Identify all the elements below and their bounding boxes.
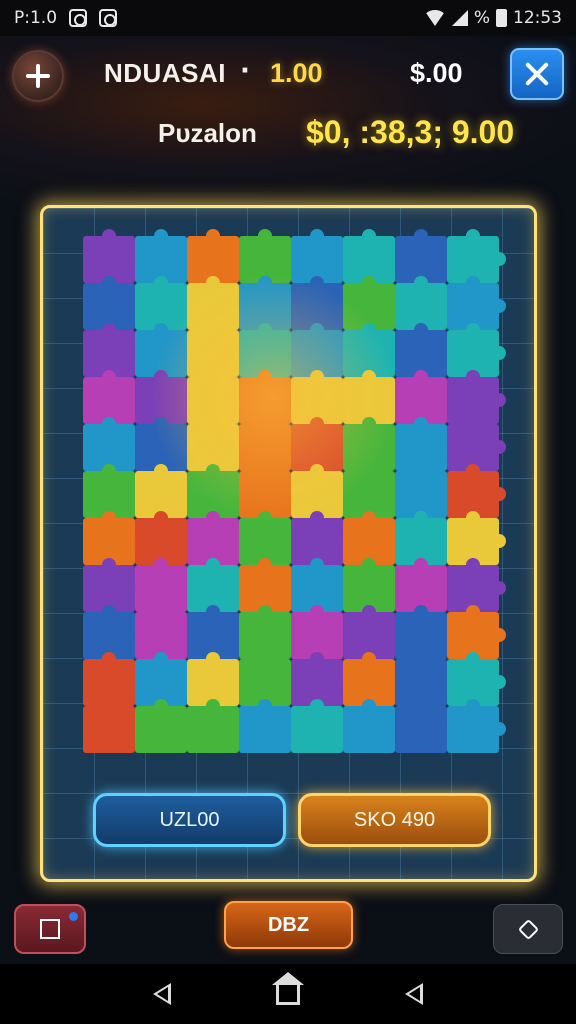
square-button[interactable] bbox=[14, 904, 86, 954]
signal-icon bbox=[451, 10, 468, 26]
score-value: $0, :38,3; 9.00 bbox=[306, 114, 515, 150]
puzzle-piece[interactable] bbox=[343, 699, 402, 753]
title-separator: · bbox=[240, 56, 250, 86]
puzzle-piece[interactable] bbox=[291, 699, 350, 753]
puzzle-piece[interactable] bbox=[187, 699, 246, 753]
battery-icon bbox=[496, 9, 507, 27]
plus-icon bbox=[26, 64, 50, 88]
puzzle-piece[interactable] bbox=[83, 699, 142, 753]
notification-icon bbox=[99, 9, 118, 27]
add-button[interactable] bbox=[12, 50, 64, 102]
puzzle-piece[interactable] bbox=[447, 699, 506, 753]
center-button[interactable]: DBZ bbox=[224, 901, 353, 949]
close-button[interactable] bbox=[510, 48, 564, 100]
game-header: NDUASAI · 1.00 $.00 Pυzalon $0, :38,3; 9… bbox=[0, 36, 576, 206]
left-action-button[interactable]: UZL00 bbox=[93, 793, 286, 847]
camera-icon bbox=[69, 9, 88, 27]
puzzle-piece[interactable] bbox=[395, 699, 454, 753]
battery-label: % bbox=[473, 8, 490, 28]
puzzle-pieces bbox=[83, 229, 506, 756]
puzzle-piece[interactable] bbox=[239, 699, 298, 753]
diamond-button[interactable] bbox=[493, 904, 563, 954]
system-nav-bar bbox=[0, 964, 576, 1024]
game-title: NDUASAI bbox=[104, 58, 226, 88]
back-icon[interactable] bbox=[152, 983, 171, 1005]
status-time-left: P:1.0 bbox=[14, 8, 58, 28]
right-action-button[interactable]: SKO 490 bbox=[298, 793, 491, 847]
puzzle-board: UZL00 SKO 490 bbox=[40, 205, 537, 882]
square-icon bbox=[40, 919, 60, 939]
status-bar: P:1.0 % 12:53 bbox=[0, 0, 576, 36]
notification-dot bbox=[69, 912, 78, 921]
multiplier-value: 1.00 bbox=[270, 58, 323, 88]
home-icon[interactable] bbox=[271, 972, 304, 1005]
wifi-icon bbox=[423, 10, 446, 26]
diamond-icon bbox=[517, 918, 539, 940]
status-time-right: 12:53 bbox=[513, 8, 562, 28]
recent-icon[interactable] bbox=[405, 983, 424, 1005]
score-label: Pυzalon bbox=[158, 118, 257, 148]
puzzle-piece[interactable] bbox=[135, 699, 194, 753]
money-value: $.00 bbox=[410, 58, 463, 88]
close-icon bbox=[524, 61, 550, 87]
